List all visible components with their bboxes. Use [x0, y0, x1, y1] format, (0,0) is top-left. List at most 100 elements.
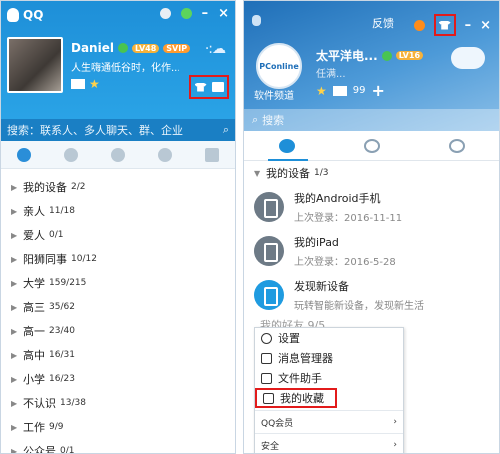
- vip-badge[interactable]: SVIP: [163, 43, 191, 53]
- list-item[interactable]: ▶ 高一 23/40: [1, 319, 235, 343]
- menu-item-favorites[interactable]: 我的收藏: [255, 388, 337, 408]
- list-item[interactable]: ▶ 公众号 0/1: [1, 439, 235, 454]
- gear-icon: [261, 332, 272, 344]
- chevron-right-icon: ▶: [11, 446, 18, 454]
- list-item[interactable]: ▶ 爱人 0/1: [1, 223, 235, 247]
- list-item[interactable]: ▶ 阳狮同事 10/12: [1, 247, 235, 271]
- level-badge[interactable]: LV48: [131, 43, 160, 53]
- search-icon: ⌕: [252, 113, 259, 126]
- chevron-right-icon: ▶: [11, 278, 18, 288]
- search-icon[interactable]: ⌕: [223, 123, 229, 137]
- chevron-right-icon: ▶: [11, 326, 18, 336]
- profile-icons: ★: [71, 78, 100, 90]
- mail-count: 99: [352, 85, 366, 96]
- mail-icon[interactable]: [332, 85, 347, 96]
- menu-divider: [255, 410, 403, 411]
- profile-name-row: 太平洋电... LV16: [316, 47, 424, 64]
- avatar[interactable]: [7, 37, 63, 93]
- device-group-header[interactable]: ▼ 我的设备 1/3: [244, 161, 499, 185]
- qq-main-panel-right: 反馈 – × PConline 软件频道 太平洋电... LV16 任满... …: [243, 0, 500, 454]
- list-item[interactable]: ▶ 不认识 13/38: [1, 391, 235, 415]
- feedback-link[interactable]: 反馈: [372, 15, 394, 31]
- chevron-right-icon: ▶: [11, 206, 18, 216]
- list-item[interactable]: ▶ 我的设备 2/2: [1, 175, 235, 199]
- chevron-right-icon: ▶: [11, 182, 18, 192]
- star-icon[interactable]: ★: [89, 78, 100, 90]
- main-menu-popup: 设置 消息管理器 文件助手 我的收藏 QQ会员 › 安全 ›: [254, 327, 404, 453]
- online-status-icon[interactable]: [381, 50, 392, 61]
- list-item[interactable]: 我的Android手机 上次登录：2016-11-11: [244, 185, 499, 229]
- menu-item-settings[interactable]: 设置: [255, 328, 403, 348]
- fire-icon[interactable]: [413, 19, 425, 31]
- tab-messages-icon[interactable]: [157, 147, 172, 162]
- signature[interactable]: 任满...: [316, 65, 346, 80]
- tab-messages-icon[interactable]: [448, 138, 465, 153]
- bookmark-icon: [263, 392, 274, 404]
- tab-contacts-icon[interactable]: [278, 138, 295, 153]
- profile-name[interactable]: 太平洋电...: [316, 47, 378, 64]
- skin-shirt-icon[interactable]: [194, 82, 207, 92]
- minimize-button[interactable]: –: [465, 18, 472, 33]
- menu-item-file-assistant[interactable]: 文件助手: [255, 368, 403, 388]
- menu-item-qq-vip[interactable]: QQ会员 ›: [255, 413, 403, 431]
- chevron-right-icon: ▶: [11, 374, 18, 384]
- list-item[interactable]: ▶ 高三 35/62: [1, 295, 235, 319]
- weather-cloud-icon[interactable]: [451, 47, 485, 69]
- online-status-icon[interactable]: [117, 43, 128, 53]
- tab-phone-icon[interactable]: [204, 147, 219, 162]
- chevron-right-icon: ▶: [11, 230, 18, 240]
- close-button[interactable]: ×: [480, 18, 491, 33]
- message-box-icon[interactable]: [211, 82, 224, 92]
- skin-button-highlight[interactable]: [433, 14, 456, 36]
- minimize-button[interactable]: –: [202, 6, 209, 21]
- qq-main-panel-left: QQ – × Daniel LV48 SVIP 人生嗨通低谷时，化作... ★ …: [0, 0, 236, 454]
- chevron-right-icon: ›: [393, 417, 397, 427]
- list-item[interactable]: ▶ 大学 159/215: [1, 271, 235, 295]
- tab-groups-icon[interactable]: [363, 138, 380, 153]
- search-bar[interactable]: 搜索：联系人、多人聊天、群、企业 ⌕: [1, 119, 235, 141]
- chevron-down-icon: ▼: [254, 168, 261, 178]
- list-item[interactable]: ▶ 工作 9/9: [1, 415, 235, 439]
- close-button[interactable]: ×: [218, 6, 229, 21]
- window-controls: – ×: [413, 14, 491, 36]
- search-bar[interactable]: ⌕ 搜索: [244, 109, 499, 131]
- avatar[interactable]: PConline: [256, 43, 302, 89]
- skin-shirt-icon: [438, 20, 451, 30]
- channel-label: 软件频道: [254, 91, 294, 102]
- app-title: QQ: [7, 8, 43, 22]
- list-item[interactable]: ▶ 亲人 11/18: [1, 199, 235, 223]
- tab-contacts-icon[interactable]: [17, 147, 32, 162]
- weather-icon[interactable]: ·:☁: [205, 41, 226, 57]
- menu-item-security[interactable]: 安全 ›: [255, 436, 403, 453]
- add-button[interactable]: +: [372, 81, 385, 100]
- chevron-right-icon: ▶: [11, 398, 18, 408]
- right-header: 反馈 – × PConline 软件频道 太平洋电... LV16 任满... …: [244, 1, 499, 131]
- chevron-right-icon: ▶: [11, 302, 18, 312]
- weather-badge-icon[interactable]: [159, 8, 171, 19]
- profile-name-row: Daniel LV48 SVIP: [71, 41, 191, 55]
- star-icon[interactable]: ★: [316, 85, 327, 97]
- android-phone-icon: [254, 192, 284, 222]
- tab-apps-icon[interactable]: [110, 147, 125, 162]
- search-input[interactable]: 搜索：联系人、多人聊天、群、企业: [7, 122, 183, 138]
- list-item[interactable]: 发现新设备 玩转智能新设备，发现新生活: [244, 273, 499, 317]
- list-item[interactable]: ▶ 高中 16/31: [1, 343, 235, 367]
- profile-name[interactable]: Daniel: [71, 41, 114, 55]
- app-title-text: QQ: [23, 8, 44, 22]
- signature[interactable]: 人生嗨通低谷时，化作...: [71, 59, 179, 74]
- chevron-right-icon: ›: [393, 440, 397, 450]
- list-item[interactable]: ▶ 小学 16/23: [1, 367, 235, 391]
- qq-penguin-icon: [252, 15, 261, 26]
- tab-groups-icon[interactable]: [64, 147, 79, 162]
- mail-icon[interactable]: [71, 79, 85, 89]
- search-input[interactable]: 搜索: [262, 112, 284, 128]
- status-icon[interactable]: [180, 8, 192, 19]
- message-icon: [261, 352, 272, 364]
- menu-divider: [255, 433, 403, 434]
- menu-item-message-manager[interactable]: 消息管理器: [255, 348, 403, 368]
- level-badge[interactable]: LV16: [395, 51, 424, 60]
- profile-icons: ★ 99 +: [316, 81, 385, 100]
- list-item[interactable]: 我的iPad 上次登录：2016-5-28: [244, 229, 499, 273]
- folder-icon: [261, 372, 272, 384]
- chevron-right-icon: ▶: [11, 350, 18, 360]
